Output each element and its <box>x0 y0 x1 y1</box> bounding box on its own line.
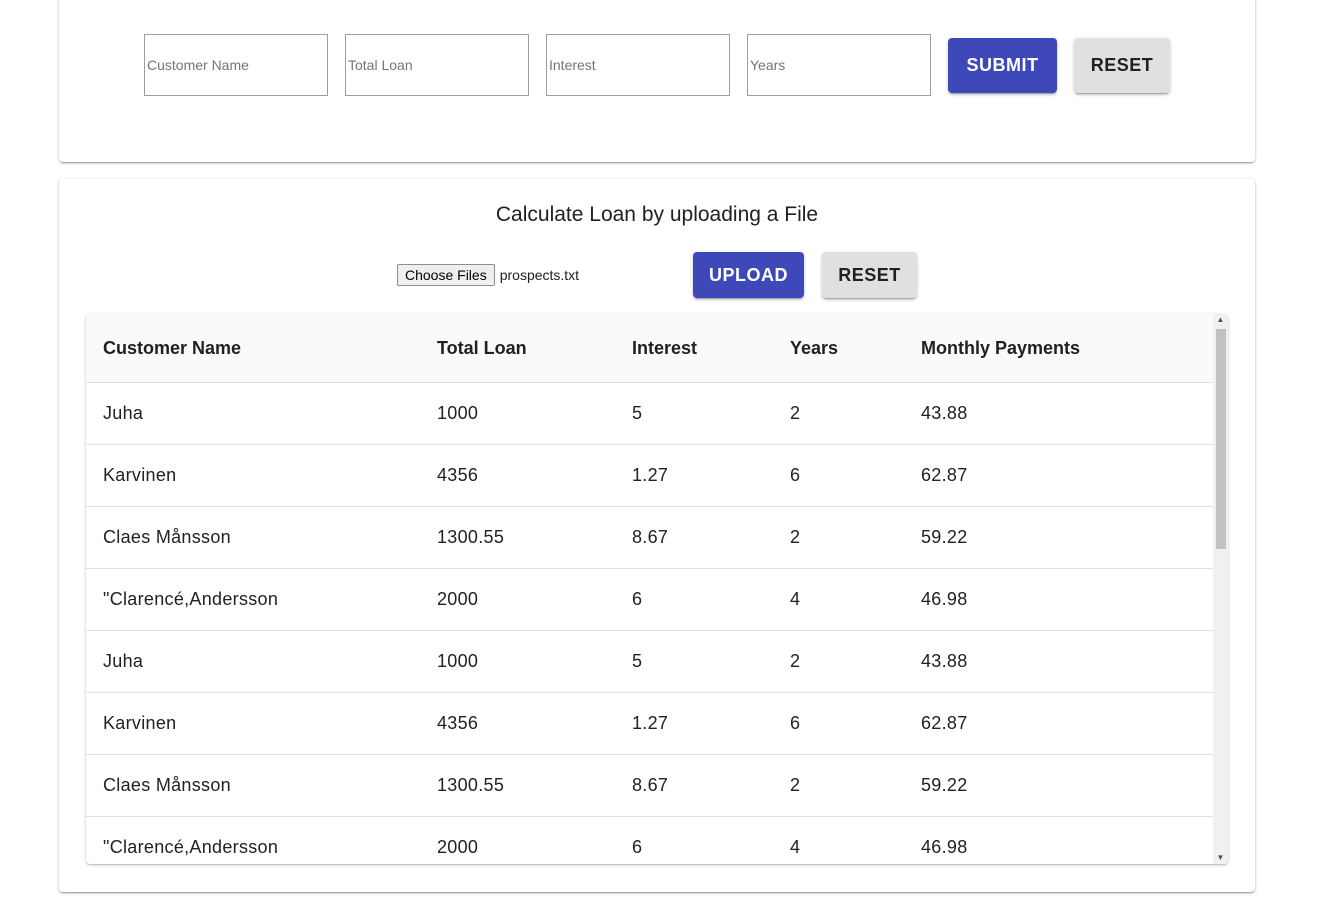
cell-interest: 6 <box>615 568 773 631</box>
cell-years: 2 <box>773 630 904 693</box>
table-header-row: Customer Name Total Loan Interest Years … <box>86 314 1213 383</box>
cell-monthly-payment: 46.98 <box>904 816 1213 864</box>
form-reset-button[interactable]: RESET <box>1074 38 1170 93</box>
cell-years: 2 <box>773 506 904 569</box>
cell-interest: 5 <box>615 630 773 693</box>
table-row: Karvinen 4356 1.27 6 62.87 <box>86 444 1213 507</box>
cell-years: 6 <box>773 444 904 507</box>
cell-monthly-payment: 62.87 <box>904 692 1213 755</box>
cell-interest: 8.67 <box>615 754 773 817</box>
total-loan-input[interactable] <box>345 34 529 96</box>
cell-years: 6 <box>773 692 904 755</box>
cell-interest: 5 <box>615 382 773 445</box>
cell-total-loan: 4356 <box>420 444 615 507</box>
table-row: Claes Månsson 1300.55 8.67 2 59.22 <box>86 506 1213 569</box>
cell-interest: 6 <box>615 816 773 864</box>
cell-customer-name: "Clarencé,Andersson <box>86 568 420 631</box>
cell-customer-name: Juha <box>86 382 420 445</box>
upload-button[interactable]: UPLOAD <box>693 252 804 298</box>
table-row: "Clarencé,Andersson 2000 6 4 46.98 <box>86 568 1213 631</box>
cell-total-loan: 1300.55 <box>420 754 615 817</box>
table-row: "Clarencé,Andersson 2000 6 4 46.98 <box>86 816 1213 864</box>
submit-button[interactable]: SUBMIT <box>948 38 1057 93</box>
cell-monthly-payment: 59.22 <box>904 754 1213 817</box>
cell-years: 4 <box>773 568 904 631</box>
header-interest: Interest <box>615 314 773 383</box>
table-row: Juha 1000 5 2 43.88 <box>86 382 1213 445</box>
cell-customer-name: Claes Månsson <box>86 754 420 817</box>
upload-card: Calculate Loan by uploading a File Choos… <box>59 179 1255 892</box>
interest-input[interactable] <box>546 34 730 96</box>
table-row: Claes Månsson 1300.55 8.67 2 59.22 <box>86 754 1213 817</box>
upload-title: Calculate Loan by uploading a File <box>495 203 819 226</box>
cell-monthly-payment: 43.88 <box>904 382 1213 445</box>
upload-reset-button[interactable]: RESET <box>822 252 917 298</box>
selected-file-name: prospects.txt <box>499 267 580 283</box>
cell-interest: 1.27 <box>615 692 773 755</box>
cell-monthly-payment: 62.87 <box>904 444 1213 507</box>
header-customer-name: Customer Name <box>86 314 420 383</box>
cell-monthly-payment: 43.88 <box>904 630 1213 693</box>
cell-customer-name: Claes Månsson <box>86 506 420 569</box>
cell-total-loan: 2000 <box>420 568 615 631</box>
cell-interest: 1.27 <box>615 444 773 507</box>
cell-years: 2 <box>773 382 904 445</box>
cell-monthly-payment: 59.22 <box>904 506 1213 569</box>
triangle-up-icon[interactable]: ▲ <box>1213 314 1228 326</box>
cell-customer-name: "Clarencé,Andersson <box>86 816 420 864</box>
table-row: Karvinen 4356 1.27 6 62.87 <box>86 692 1213 755</box>
table-scrollbar[interactable]: ▲ ▼ <box>1213 314 1228 864</box>
cell-total-loan: 1000 <box>420 382 615 445</box>
header-monthly-payments: Monthly Payments <box>904 314 1213 383</box>
cell-customer-name: Karvinen <box>86 692 420 755</box>
table-row: Juha 1000 5 2 43.88 <box>86 630 1213 693</box>
choose-files-button[interactable]: Choose Files <box>397 264 495 286</box>
loan-form-card: SUBMIT RESET <box>59 0 1255 162</box>
cell-customer-name: Juha <box>86 630 420 693</box>
cell-interest: 8.67 <box>615 506 773 569</box>
results-table: Customer Name Total Loan Interest Years … <box>86 314 1213 864</box>
customer-name-input[interactable] <box>144 34 328 96</box>
header-total-loan: Total Loan <box>420 314 615 383</box>
years-input[interactable] <box>747 34 931 96</box>
cell-years: 4 <box>773 816 904 864</box>
cell-monthly-payment: 46.98 <box>904 568 1213 631</box>
cell-total-loan: 2000 <box>420 816 615 864</box>
cell-years: 2 <box>773 754 904 817</box>
cell-customer-name: Karvinen <box>86 444 420 507</box>
file-picker: Choose Files prospects.txt <box>397 264 579 286</box>
triangle-down-icon[interactable]: ▼ <box>1213 852 1228 864</box>
cell-total-loan: 1300.55 <box>420 506 615 569</box>
cell-total-loan: 4356 <box>420 692 615 755</box>
header-years: Years <box>773 314 904 383</box>
scroll-thumb[interactable] <box>1216 329 1226 549</box>
results-table-container[interactable]: Customer Name Total Loan Interest Years … <box>86 314 1228 864</box>
cell-total-loan: 1000 <box>420 630 615 693</box>
